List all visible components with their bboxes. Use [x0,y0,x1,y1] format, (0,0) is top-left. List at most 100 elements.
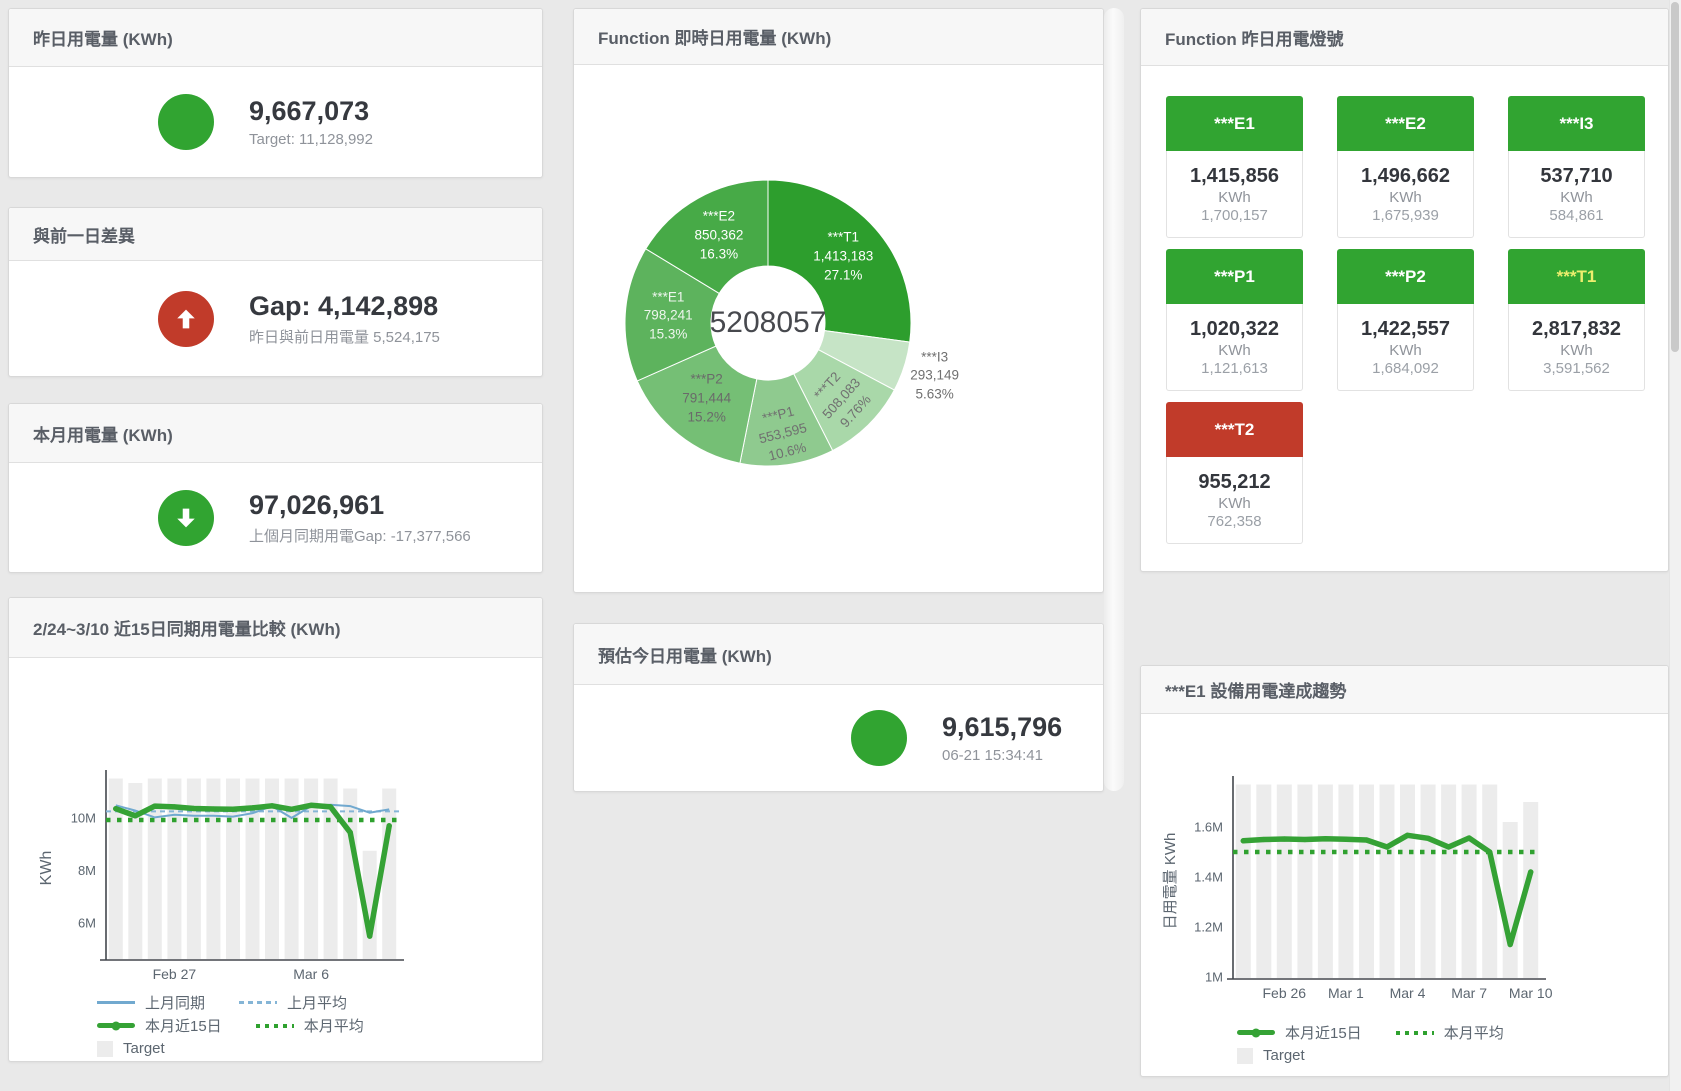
light-tile: ***E2 1,496,662KWh1,675,939 [1337,96,1474,238]
donut-slice-label: ***T11,413,18327.1% [813,229,873,286]
light-tiles-grid: ***E11,415,856KWh1,700,157***E21,496,662… [1141,9,1668,571]
tile-status-header: ***T1 [1508,249,1645,304]
y-tick-label: 6M [78,916,96,931]
tile-target-value: 3,591,562 [1543,360,1610,377]
target-bar [1236,785,1251,979]
panel-title[interactable]: 昨日用電量 (KWh) [33,25,173,50]
series-point [1426,836,1431,841]
legend-item[interactable]: Target [97,1040,165,1057]
panel-header: 預估今日用電量 (KWh) [574,624,1103,685]
target-bar [1380,785,1395,979]
y-tick-label: 1.2M [1194,920,1223,935]
scrollbar-thumb[interactable] [1671,2,1679,352]
donut-center-total: 5208057 [710,306,827,340]
legend-label: 上月平均 [287,992,347,1013]
legend-label: 上月同期 [145,992,205,1013]
series-point [289,807,294,812]
stat-text: Gap: 4,142,898 昨日與前日用電量 5,524,175 [249,291,440,347]
donut-slice-label: ***E2850,36216.3% [695,208,744,265]
light-tile: ***T12,817,832KWh3,591,562 [1508,249,1645,391]
panel-e1-trend-chart: ***E1 設備用電達成趨勢 1M1.2M1.4M1.6MFeb 26Mar 1… [1140,665,1669,1077]
legend-label: 本月近15日 [145,1015,222,1036]
tile-label: ***I3 [1559,114,1593,134]
tile-unit: KWh [1389,189,1422,206]
e1trend-plot[interactable]: 1M1.2M1.4M1.6MFeb 26Mar 1Mar 4Mar 7Mar 1… [1141,666,1668,1076]
series-point [1405,833,1410,838]
slice-value: 798,241 [644,307,693,326]
scrollbar-track[interactable] [1669,0,1681,1091]
panel-header: 與前一日差異 [9,208,542,261]
series-point [191,806,196,811]
tile-value: 1,020,322 [1190,318,1279,341]
tile-label: ***P1 [1214,267,1255,287]
stat-subtitle: Target: 11,128,992 [249,131,373,148]
stat-body: 9,615,796 06-21 15:34:41 [574,685,1103,791]
tile-status-header: ***E2 [1337,96,1474,151]
stat-text: 97,026,961 上個月同期用電Gap: -17,377,566 [249,490,471,546]
series-point [1508,942,1513,947]
target-bar [1462,785,1477,979]
arrow-up-icon [172,305,200,333]
tile-target-value: 584,861 [1549,207,1603,224]
legend-marker [1237,1048,1253,1064]
legend-item[interactable]: 本月平均 [256,1015,364,1036]
slice-value: 1,413,183 [813,248,873,267]
series-point [230,807,235,812]
legend-item[interactable]: 本月近15日 [97,1015,222,1036]
series-point [113,806,118,811]
stat-value: 9,615,796 [942,712,1062,743]
tile-label: ***E2 [1385,114,1426,134]
stat-text: 9,667,073 Target: 11,128,992 [249,96,373,148]
legend-marker [256,1024,294,1028]
tile-unit: KWh [1389,342,1422,359]
slice-percent: 16.3% [695,245,744,264]
tile-label: ***T1 [1557,267,1597,287]
donut-slice-label: ***E1798,24115.3% [644,288,693,345]
x-tick-label: Mar 1 [1328,985,1364,1001]
series-point [309,803,314,808]
slice-name: ***E2 [695,208,744,227]
legend-marker-dot [1252,1028,1261,1037]
tile-unit: KWh [1560,189,1593,206]
legend-label: 本月平均 [304,1015,364,1036]
tile-label: ***T2 [1215,420,1255,440]
panel-title[interactable]: 預估今日用電量 (KWh) [598,642,772,667]
series-point [367,934,372,939]
series-point [250,805,255,810]
y-tick-label: 1.6M [1194,820,1223,835]
target-bar [1400,785,1415,979]
slice-name: ***E1 [644,288,693,307]
panel-title[interactable]: 本月用電量 (KWh) [33,421,173,446]
target-bar [1338,785,1353,979]
legend-item[interactable]: 本月平均 [1396,1022,1504,1043]
panel-title[interactable]: 與前一日差異 [33,222,135,247]
panel-header: 本月用電量 (KWh) [9,404,542,463]
target-bar [1359,785,1374,979]
target-bar [1277,785,1292,979]
slice-percent: 27.1% [813,267,873,286]
light-tile: ***T2955,212KWh762,358 [1166,402,1303,544]
stat-value: Gap: 4,142,898 [249,291,440,322]
tile-value: 537,710 [1540,165,1612,188]
legend-row: Target [97,1037,398,1060]
legend-row: Target [1237,1044,1538,1067]
x-tick-label: Mar 4 [1390,985,1426,1001]
series-point [328,804,333,809]
legend-item[interactable]: 上月同期 [97,992,205,1013]
arrow-down-circle-icon [158,490,214,546]
legend-item[interactable]: 本月近15日 [1237,1022,1362,1043]
series-point [211,806,216,811]
legend-item[interactable]: Target [1237,1047,1305,1064]
target-bar [343,789,357,960]
light-tile: ***I3 537,710KWh584,861 [1508,96,1645,238]
panel-15day-compare-chart: 2/24~3/10 近15日同期用電量比較 (KWh) 6M8M10MFeb 2… [8,597,543,1062]
light-tile: ***P11,020,322KWh1,121,613 [1166,249,1303,391]
tile-body: 1,496,662KWh1,675,939 [1337,151,1474,238]
series-point [1528,869,1533,874]
target-bar [1421,785,1436,979]
stat-subtitle: 06-21 15:34:41 [942,747,1062,764]
series-point [172,804,177,809]
legend-label: 本月平均 [1444,1022,1504,1043]
legend-item[interactable]: 上月平均 [239,992,347,1013]
status-circle-icon [851,710,907,766]
